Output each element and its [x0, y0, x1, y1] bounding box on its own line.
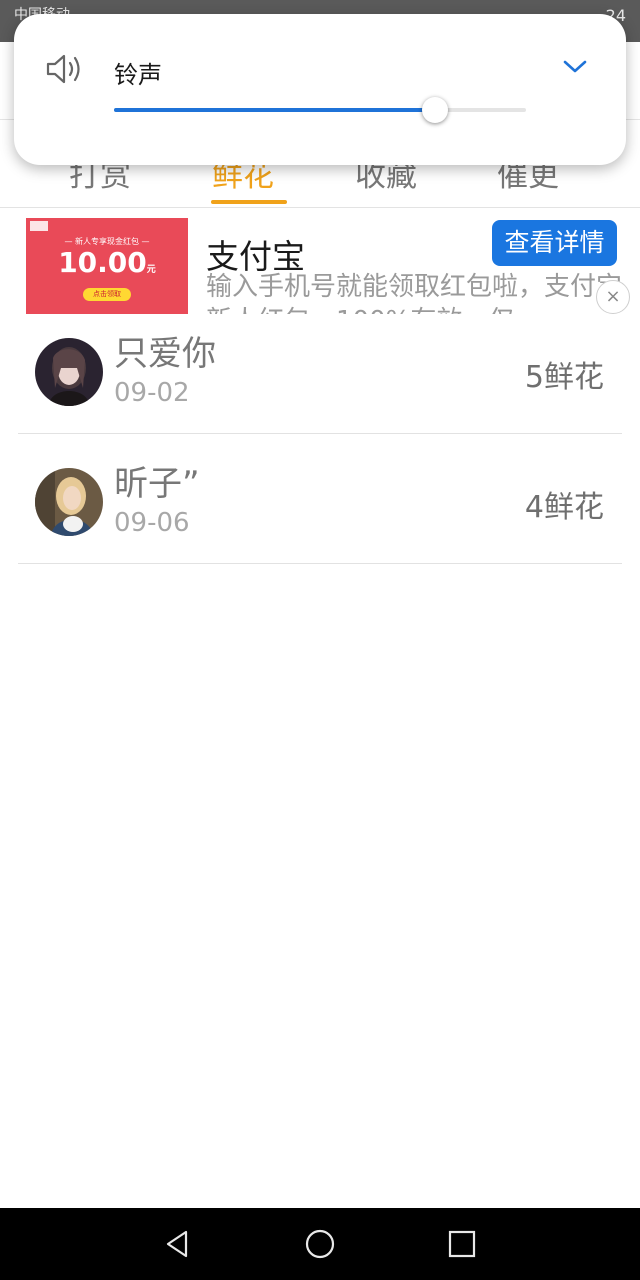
list-item[interactable]: 昕子” 09-06 4鲜花	[18, 434, 622, 564]
gift-date: 09-02	[114, 378, 190, 408]
ad-amount-unit: 元	[146, 265, 156, 275]
user-name: 只爱你	[114, 334, 216, 374]
avatar	[35, 338, 103, 406]
volume-slider[interactable]	[114, 97, 526, 123]
ad-amount-value: 10.00	[58, 246, 147, 279]
volume-panel: 铃声	[14, 14, 626, 165]
home-icon[interactable]	[304, 1228, 336, 1260]
ad-banner[interactable]: — 新人专享现金红包 — 10.00元 点击领取 支付宝 查看详情 输入手机号就…	[0, 208, 640, 314]
back-icon[interactable]	[162, 1228, 194, 1260]
list-item[interactable]: 只爱你 09-02 5鲜花	[18, 304, 622, 434]
volume-slider-thumb[interactable]	[422, 97, 448, 123]
screen: 中国移动 24 打赏 鲜花 收藏 催更 — 新人专享现金红包 — 10.00元 …	[0, 0, 640, 1280]
alipay-logo-icon	[30, 221, 48, 231]
flower-count: 4鲜花	[524, 490, 604, 525]
ad-image-amount: 10.00元	[26, 246, 188, 279]
chevron-down-icon[interactable]	[562, 58, 588, 76]
navigation-bar	[0, 1208, 640, 1280]
volume-slider-fill	[114, 108, 435, 112]
ad-image[interactable]: — 新人专享现金红包 — 10.00元 点击领取	[26, 218, 188, 314]
view-details-button[interactable]: 查看详情	[492, 220, 617, 266]
flower-count: 5鲜花	[524, 360, 604, 395]
ad-image-button: 点击领取	[83, 288, 131, 301]
active-tab-indicator	[211, 200, 287, 204]
gift-date: 09-06	[114, 508, 190, 538]
recents-icon[interactable]	[446, 1228, 478, 1260]
volume-stream-label: 铃声	[114, 61, 162, 89]
user-name: 昕子”	[114, 464, 200, 504]
avatar	[35, 468, 103, 536]
speaker-icon[interactable]	[45, 53, 85, 85]
